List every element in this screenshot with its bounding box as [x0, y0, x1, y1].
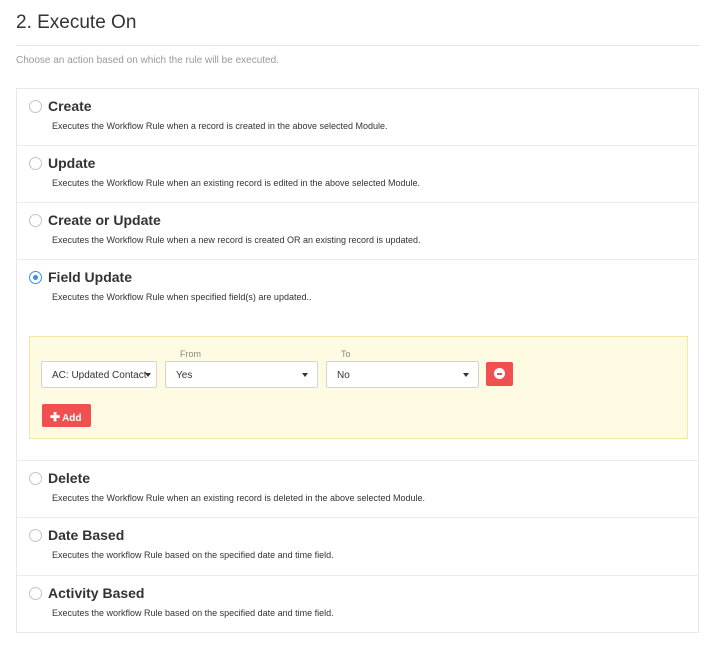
chevron-down-icon: [463, 373, 469, 377]
radio-create-or-update[interactable]: [29, 214, 42, 227]
radio-field-update[interactable]: [29, 271, 42, 284]
option-description: Executes the Workflow Rule when an exist…: [52, 493, 426, 503]
option-label: Create: [48, 98, 92, 114]
radio-create[interactable]: [29, 100, 42, 113]
from-select[interactable]: Yes: [165, 361, 318, 388]
section-subtitle: Choose an action based on which the rule…: [16, 55, 279, 66]
option-date-based[interactable]: Date Based Executes the workflow Rule ba…: [17, 518, 698, 576]
radio-date-based[interactable]: [29, 529, 42, 542]
option-label: Activity Based: [48, 585, 145, 601]
field-select-value: AC: Updated Contact: [52, 370, 147, 381]
option-description: Executes the Workflow Rule when specifie…: [52, 292, 312, 302]
execute-options-list: Create Executes the Workflow Rule when a…: [16, 88, 699, 633]
field-update-panel: From To AC: Updated Contact Yes No ✚ Add: [29, 336, 688, 439]
section-title: 2. Execute On: [16, 12, 137, 33]
from-label: From: [180, 349, 201, 359]
add-condition-button[interactable]: ✚ Add: [42, 404, 91, 427]
option-description: Executes the workflow Rule based on the …: [52, 550, 334, 560]
to-select-value: No: [337, 370, 350, 381]
to-label: To: [341, 349, 351, 359]
option-update[interactable]: Update Executes the Workflow Rule when a…: [17, 146, 698, 203]
option-description: Executes the Workflow Rule when a record…: [52, 121, 388, 131]
field-select[interactable]: AC: Updated Contact: [41, 361, 157, 388]
option-description: Executes the workflow Rule based on the …: [52, 608, 334, 618]
option-label: Delete: [48, 470, 91, 486]
option-label: Create or Update: [48, 212, 161, 228]
radio-update[interactable]: [29, 157, 42, 170]
option-label: Update: [48, 155, 96, 171]
title-divider: [16, 45, 700, 46]
from-select-value: Yes: [176, 370, 193, 381]
add-button-label: Add: [62, 413, 82, 424]
option-activity-based[interactable]: Activity Based Executes the workflow Rul…: [17, 576, 698, 632]
minus-circle-icon: [494, 368, 505, 379]
chevron-down-icon: [145, 373, 151, 377]
radio-delete[interactable]: [29, 472, 42, 485]
to-select[interactable]: No: [326, 361, 479, 388]
radio-activity-based[interactable]: [29, 587, 42, 600]
option-description: Executes the Workflow Rule when a new re…: [52, 235, 421, 245]
option-label: Field Update: [48, 269, 133, 285]
option-create-or-update[interactable]: Create or Update Executes the Workflow R…: [17, 203, 698, 260]
plus-icon: ✚: [50, 410, 61, 424]
option-delete[interactable]: Delete Executes the Workflow Rule when a…: [17, 461, 698, 518]
option-description: Executes the Workflow Rule when an exist…: [52, 178, 421, 188]
chevron-down-icon: [302, 373, 308, 377]
option-create[interactable]: Create Executes the Workflow Rule when a…: [17, 89, 698, 146]
remove-condition-button[interactable]: [486, 362, 513, 386]
option-label: Date Based: [48, 527, 125, 543]
